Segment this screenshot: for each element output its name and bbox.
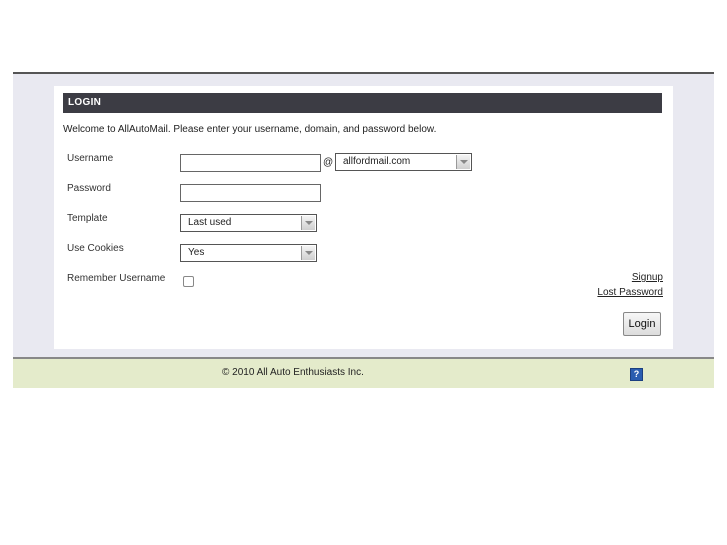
help-icon[interactable]: ? [630, 368, 643, 381]
use-cookies-select[interactable]: Yes [180, 244, 317, 262]
username-input[interactable] [180, 154, 321, 172]
template-select[interactable]: Last used [180, 214, 317, 232]
use-cookies-select-value: Yes [188, 247, 205, 258]
at-symbol: @ [323, 157, 334, 168]
login-box: LOGIN Welcome to AllAutoMail. Please ent… [54, 86, 673, 349]
signup-link[interactable]: Signup [632, 272, 663, 283]
login-title: LOGIN [68, 97, 102, 108]
remember-username-checkbox[interactable] [183, 276, 194, 287]
template-select-value: Last used [188, 217, 232, 228]
domain-select-value: allfordmail.com [343, 156, 411, 167]
template-label: Template [67, 213, 108, 224]
copyright-text: © 2010 All Auto Enthusiasts Inc. [222, 367, 364, 378]
remember-username-label: Remember Username [67, 273, 166, 284]
welcome-message: Welcome to AllAutoMail. Please enter you… [63, 124, 437, 135]
domain-select[interactable]: allfordmail.com [335, 153, 472, 171]
login-panel: LOGIN Welcome to AllAutoMail. Please ent… [13, 74, 714, 357]
use-cookies-label: Use Cookies [67, 243, 124, 254]
chevron-down-icon[interactable] [456, 155, 470, 169]
username-label: Username [67, 153, 114, 164]
chevron-down-icon[interactable] [301, 216, 315, 230]
chevron-down-icon[interactable] [301, 246, 315, 260]
password-input[interactable] [180, 184, 321, 202]
login-title-bar: LOGIN [63, 93, 662, 113]
login-button[interactable]: Login [623, 312, 661, 336]
lost-password-link[interactable]: Lost Password [597, 287, 663, 298]
footer: © 2010 All Auto Enthusiasts Inc. ? [13, 359, 714, 388]
password-label: Password [67, 183, 111, 194]
